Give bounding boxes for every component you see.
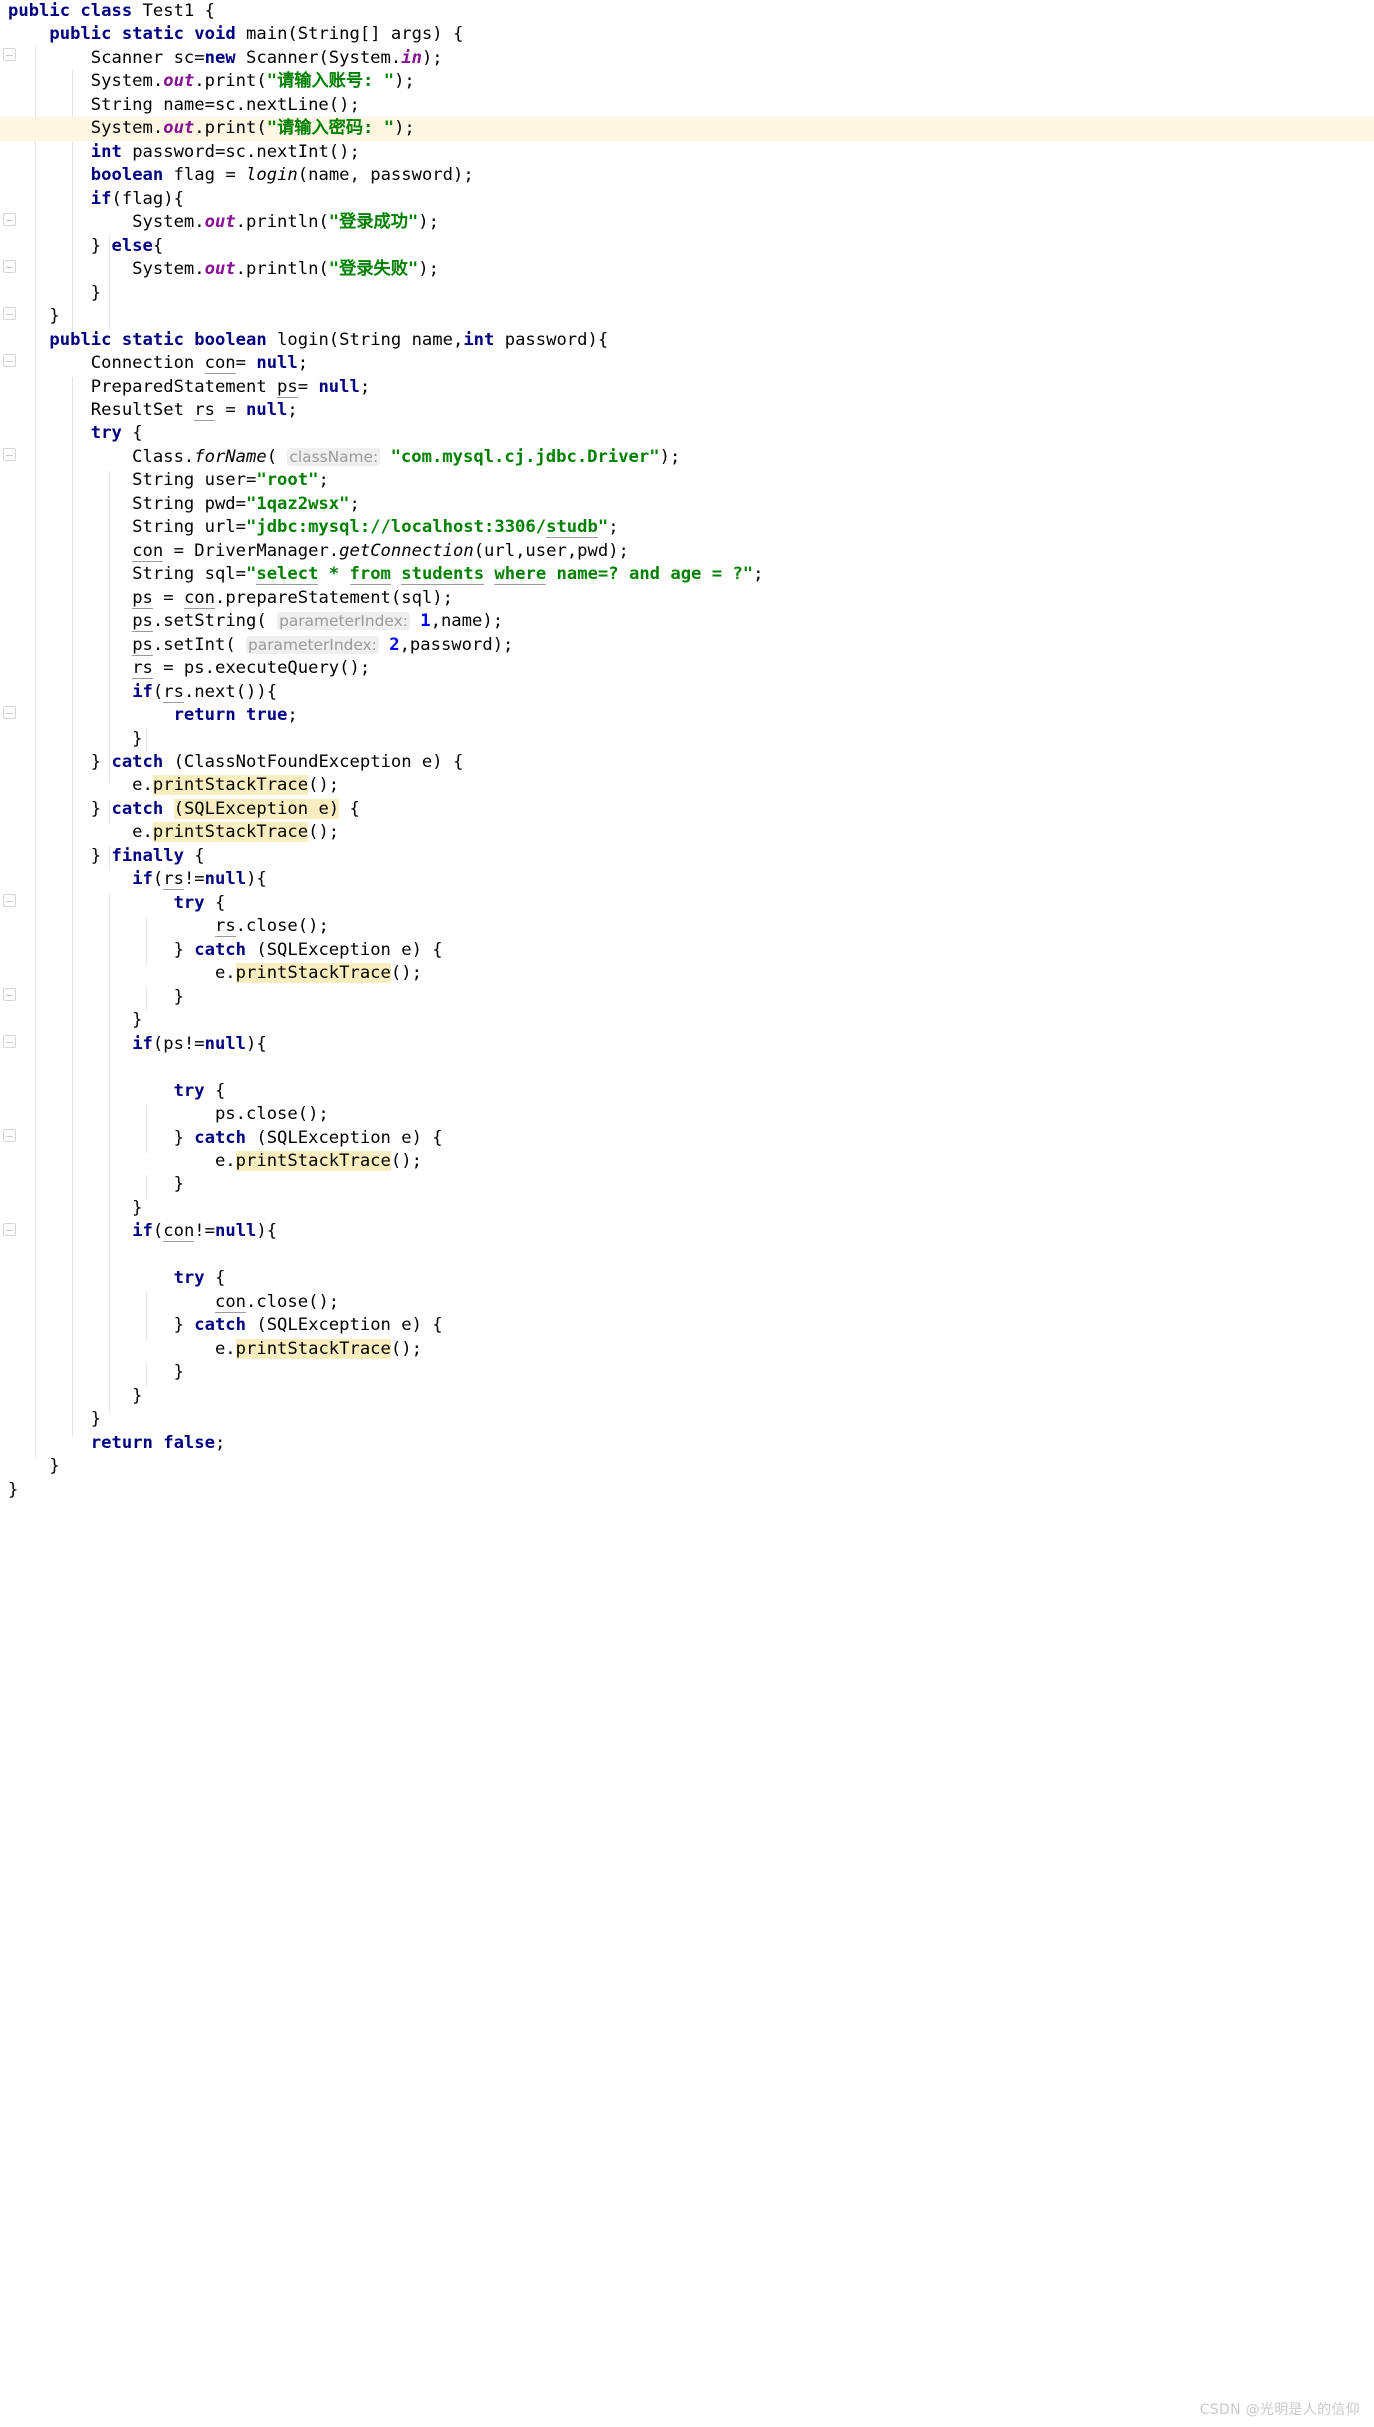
code-line-caret[interactable]: System.out.print("请输入密码: "); bbox=[0, 117, 1374, 141]
code-line[interactable]: String url="jdbc:mysql://localhost:3306/… bbox=[0, 516, 1374, 539]
code-line[interactable]: con.close(); bbox=[0, 1291, 1374, 1314]
code-line[interactable]: ps.setString( parameterIndex: 1,name); bbox=[0, 610, 1374, 633]
code-line[interactable]: String pwd="1qaz2wsx"; bbox=[0, 493, 1374, 516]
code-line[interactable]: } bbox=[0, 728, 1374, 751]
code-line[interactable]: return false; bbox=[0, 1432, 1374, 1455]
code-line[interactable]: } bbox=[0, 1479, 1374, 1502]
code-line[interactable]: String user="root"; bbox=[0, 469, 1374, 492]
code-line[interactable]: int password=sc.nextInt(); bbox=[0, 141, 1374, 164]
code-editor[interactable]: − − − − − − − − − − − − public class Tes… bbox=[0, 0, 1374, 2427]
code-line[interactable]: ps.close(); bbox=[0, 1103, 1374, 1126]
code-line[interactable]: if(flag){ bbox=[0, 188, 1374, 211]
code-line[interactable] bbox=[0, 1244, 1374, 1267]
code-line[interactable]: e.printStackTrace(); bbox=[0, 1338, 1374, 1361]
occurrence-highlight: printStackTrace bbox=[235, 1338, 391, 1359]
occurrence-highlight: printStackTrace bbox=[152, 822, 309, 843]
parameter-hint-index-1: parameterIndex: bbox=[277, 612, 410, 631]
code-line[interactable]: boolean flag = login(name, password); bbox=[0, 164, 1374, 187]
code-line[interactable]: rs.close(); bbox=[0, 915, 1374, 938]
code-line[interactable]: if(rs.next()){ bbox=[0, 681, 1374, 704]
code-line[interactable]: Class.forName( className: "com.mysql.cj.… bbox=[0, 446, 1374, 469]
code-line[interactable]: Connection con= null; bbox=[0, 352, 1374, 375]
code-line[interactable]: try { bbox=[0, 892, 1374, 915]
occurrence-highlight: printStackTrace bbox=[235, 963, 391, 984]
code-line[interactable]: } bbox=[0, 1009, 1374, 1032]
code-line[interactable]: public static void main(String[] args) { bbox=[0, 23, 1374, 46]
code-line[interactable]: if(ps!=null){ bbox=[0, 1033, 1374, 1056]
code-line[interactable]: ps = con.prepareStatement(sql); bbox=[0, 587, 1374, 610]
code-line[interactable]: rs = ps.executeQuery(); bbox=[0, 657, 1374, 680]
code-line[interactable] bbox=[0, 1056, 1374, 1079]
code-line[interactable]: } bbox=[0, 1455, 1374, 1478]
occurrence-highlight: (SQLException e) bbox=[173, 798, 340, 819]
code-line[interactable]: e.printStackTrace(); bbox=[0, 962, 1374, 985]
code-line[interactable]: } catch (SQLException e) { bbox=[0, 1314, 1374, 1337]
code-line[interactable]: e.printStackTrace(); bbox=[0, 1150, 1374, 1173]
code-line[interactable]: ResultSet rs = null; bbox=[0, 399, 1374, 422]
occurrence-highlight: printStackTrace bbox=[152, 775, 309, 796]
code-line[interactable]: } catch (SQLException e) { bbox=[0, 939, 1374, 962]
code-line[interactable]: try { bbox=[0, 1267, 1374, 1290]
code-line[interactable]: } bbox=[0, 986, 1374, 1009]
csdn-watermark: CSDN @光明是人的信仰 bbox=[1199, 2402, 1360, 2418]
code-line[interactable]: } bbox=[0, 282, 1374, 305]
code-line[interactable]: } bbox=[0, 1408, 1374, 1431]
code-line[interactable]: try { bbox=[0, 1080, 1374, 1103]
code-line[interactable]: e.printStackTrace(); bbox=[0, 821, 1374, 844]
code-line[interactable]: if(rs!=null){ bbox=[0, 868, 1374, 891]
code-line[interactable]: Scanner sc=new Scanner(System.in); bbox=[0, 47, 1374, 70]
code-line[interactable]: } bbox=[0, 1197, 1374, 1220]
code-line[interactable]: public static boolean login(String name,… bbox=[0, 329, 1374, 352]
parameter-hint-classname: className: bbox=[287, 447, 381, 466]
parameter-hint-index-2: parameterIndex: bbox=[246, 635, 379, 654]
code-line[interactable]: con = DriverManager.getConnection(url,us… bbox=[0, 540, 1374, 563]
code-line[interactable]: return true; bbox=[0, 704, 1374, 727]
code-line[interactable]: } finally { bbox=[0, 845, 1374, 868]
code-line[interactable]: } bbox=[0, 1361, 1374, 1384]
code-content[interactable]: public class Test1 { public static void … bbox=[0, 0, 1374, 1502]
code-line[interactable]: PreparedStatement ps= null; bbox=[0, 376, 1374, 399]
code-line[interactable]: } bbox=[0, 305, 1374, 328]
code-line[interactable]: if(con!=null){ bbox=[0, 1220, 1374, 1243]
code-line[interactable]: String name=sc.nextLine(); bbox=[0, 94, 1374, 117]
code-line[interactable]: } catch (ClassNotFoundException e) { bbox=[0, 751, 1374, 774]
occurrence-highlight: printStackTrace bbox=[235, 1150, 391, 1171]
code-line[interactable]: } else{ bbox=[0, 235, 1374, 258]
code-line[interactable]: ps.setInt( parameterIndex: 2,password); bbox=[0, 634, 1374, 657]
code-line[interactable]: } bbox=[0, 1385, 1374, 1408]
code-line[interactable]: } catch (SQLException e) { bbox=[0, 798, 1374, 821]
code-line[interactable]: public class Test1 { bbox=[0, 0, 1374, 23]
code-line[interactable]: System.out.print("请输入账号: "); bbox=[0, 70, 1374, 93]
code-line[interactable]: } bbox=[0, 1173, 1374, 1196]
code-line[interactable]: } catch (SQLException e) { bbox=[0, 1127, 1374, 1150]
code-line[interactable]: try { bbox=[0, 422, 1374, 445]
code-line[interactable]: System.out.println("登录成功"); bbox=[0, 211, 1374, 234]
code-line[interactable]: System.out.println("登录失败"); bbox=[0, 258, 1374, 281]
code-line[interactable]: e.printStackTrace(); bbox=[0, 774, 1374, 797]
code-line[interactable]: String sql="select * from students where… bbox=[0, 563, 1374, 586]
